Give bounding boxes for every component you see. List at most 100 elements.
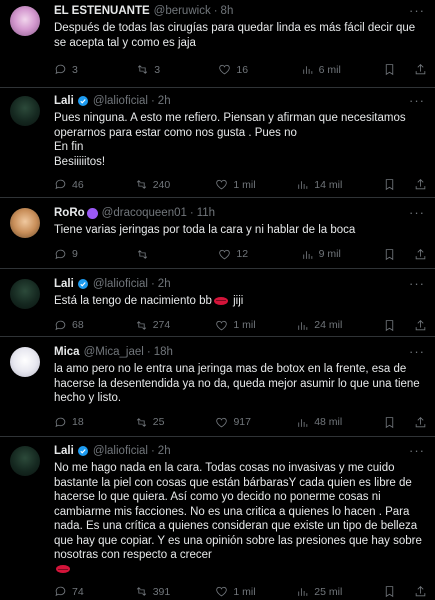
tweet-text-main: Está la tengo de nacimiento bb xyxy=(54,295,212,307)
bookmark-icon[interactable] xyxy=(383,585,396,598)
retweet-count: 274 xyxy=(152,319,171,331)
views-icon xyxy=(298,418,308,427)
more-icon[interactable]: ··· xyxy=(409,206,427,220)
views-icon xyxy=(302,250,312,259)
user-handle[interactable]: @lalioficial xyxy=(93,444,148,458)
like-count: 16 xyxy=(236,63,249,76)
views-button[interactable]: 24 mil xyxy=(296,319,342,332)
tweet-header: Mica @Mica_jael · 18h ··· xyxy=(54,345,427,359)
like-button[interactable]: 1 mil xyxy=(215,585,256,598)
views-button[interactable]: 14 mil xyxy=(296,178,342,191)
tweet[interactable]: Lali @lalioficial · 2h ··· Pues ninguna.… xyxy=(0,88,435,198)
verified-badge-icon xyxy=(77,279,88,289)
tweet[interactable]: Lali @lalioficial · 2h ··· No me hago na… xyxy=(0,437,435,600)
avatar[interactable] xyxy=(10,208,40,238)
heart-icon xyxy=(219,64,231,75)
avatar[interactable] xyxy=(10,446,40,476)
user-name[interactable]: RoRo xyxy=(54,206,85,220)
reply-button[interactable]: 68 xyxy=(54,319,94,332)
share-icon[interactable] xyxy=(414,178,427,191)
user-name[interactable]: Mica xyxy=(54,345,80,359)
reply-button[interactable]: 74 xyxy=(54,585,94,598)
share-icon[interactable] xyxy=(414,585,427,598)
reply-button[interactable]: 18 xyxy=(54,416,94,429)
tweet[interactable]: EL ESTENUANTE @beruwick · 8h ··· Después… xyxy=(0,0,435,88)
like-button[interactable]: 16 xyxy=(218,63,258,76)
tweet-time[interactable]: 8h xyxy=(221,4,234,18)
more-icon[interactable]: ··· xyxy=(409,94,427,108)
tweet-time[interactable]: 2h xyxy=(158,277,171,291)
user-name[interactable]: Lali xyxy=(54,444,74,458)
views-button[interactable]: 48 mil xyxy=(296,416,342,429)
tweet-time[interactable]: 18h xyxy=(154,345,173,359)
more-icon[interactable]: ··· xyxy=(409,345,427,359)
separator-dot: · xyxy=(146,346,151,358)
views-button[interactable]: 25 mil xyxy=(296,585,342,598)
share-icon[interactable] xyxy=(414,63,427,76)
avatar[interactable] xyxy=(10,347,40,377)
avatar[interactable] xyxy=(10,6,40,36)
tweet-header: Lali @lalioficial · 2h ··· xyxy=(54,94,427,108)
retweet-button[interactable]: 25 xyxy=(135,416,175,429)
bookmark-icon[interactable] xyxy=(383,248,396,261)
user-name[interactable]: Lali xyxy=(54,277,74,291)
more-icon[interactable]: ··· xyxy=(409,444,427,458)
reply-button[interactable]: 3 xyxy=(54,63,94,76)
like-button[interactable]: 917 xyxy=(215,416,255,429)
views-button[interactable]: 9 mil xyxy=(301,248,341,261)
tweet-header: RoRo @dracoqueen01 · 11h ··· xyxy=(54,206,427,220)
views-icon xyxy=(298,321,308,330)
like-button[interactable]: 1 mil xyxy=(215,178,256,191)
like-count: 12 xyxy=(236,248,249,260)
like-count: 1 mil xyxy=(233,585,256,598)
user-name[interactable]: EL ESTENUANTE xyxy=(54,4,150,18)
avatar[interactable] xyxy=(10,96,40,126)
share-icon[interactable] xyxy=(414,248,427,261)
heart-icon xyxy=(216,320,228,330)
separator-dot: · xyxy=(213,5,218,17)
user-handle[interactable]: @Mica_jael xyxy=(84,345,144,359)
bookmark-icon[interactable] xyxy=(383,63,396,76)
tweet[interactable]: RoRo @dracoqueen01 · 11h ··· Tiene varia… xyxy=(0,198,435,269)
retweet-button[interactable]: 3 xyxy=(136,63,176,76)
bookmark-icon[interactable] xyxy=(383,319,396,332)
user-name[interactable]: Lali xyxy=(54,94,74,108)
tweet-time[interactable]: 2h xyxy=(158,444,171,458)
reply-icon xyxy=(55,64,66,75)
user-handle[interactable]: @lalioficial xyxy=(93,94,148,108)
like-button[interactable]: 1 mil xyxy=(215,319,256,332)
tweet[interactable]: Mica @Mica_jael · 18h ··· la amo pero no… xyxy=(0,337,435,437)
reply-count: 74 xyxy=(72,585,84,598)
views-button[interactable]: 6 mil xyxy=(301,63,341,76)
like-button[interactable]: 12 xyxy=(218,248,258,261)
bookmark-icon[interactable] xyxy=(383,416,396,429)
retweet-button[interactable]: 274 xyxy=(135,319,175,332)
view-count: 48 mil xyxy=(314,416,343,428)
retweet-button[interactable]: 240 xyxy=(135,178,175,191)
tweet[interactable]: Lali @lalioficial · 2h ··· Está la tengo… xyxy=(0,269,435,337)
reply-icon xyxy=(55,179,66,190)
tweet-time[interactable]: 11h xyxy=(197,206,215,220)
avatar-column xyxy=(10,206,44,268)
more-icon[interactable]: ··· xyxy=(409,277,427,291)
user-handle[interactable]: @lalioficial xyxy=(93,277,148,291)
retweet-button[interactable] xyxy=(136,248,176,261)
view-count: 6 mil xyxy=(318,63,341,76)
retweet-count: 3 xyxy=(154,63,161,76)
more-icon[interactable]: ··· xyxy=(409,4,427,18)
avatar[interactable] xyxy=(10,279,40,309)
bookmark-icon[interactable] xyxy=(383,178,396,191)
user-handle[interactable]: @beruwick xyxy=(154,4,211,18)
reply-button[interactable]: 9 xyxy=(54,248,94,261)
tweet-time[interactable]: 2h xyxy=(158,94,171,108)
verified-badge-icon xyxy=(77,96,88,106)
separator-dot: · xyxy=(150,445,155,457)
retweet-button[interactable]: 391 xyxy=(135,585,175,598)
user-handle[interactable]: @dracoqueen01 xyxy=(102,206,187,220)
share-icon[interactable] xyxy=(414,416,427,429)
reply-button[interactable]: 46 xyxy=(54,178,94,191)
retweet-count: 240 xyxy=(152,178,171,191)
views-icon xyxy=(298,181,308,189)
action-bar: 46 240 1 mil 14 mil xyxy=(54,178,427,191)
share-icon[interactable] xyxy=(414,319,427,332)
